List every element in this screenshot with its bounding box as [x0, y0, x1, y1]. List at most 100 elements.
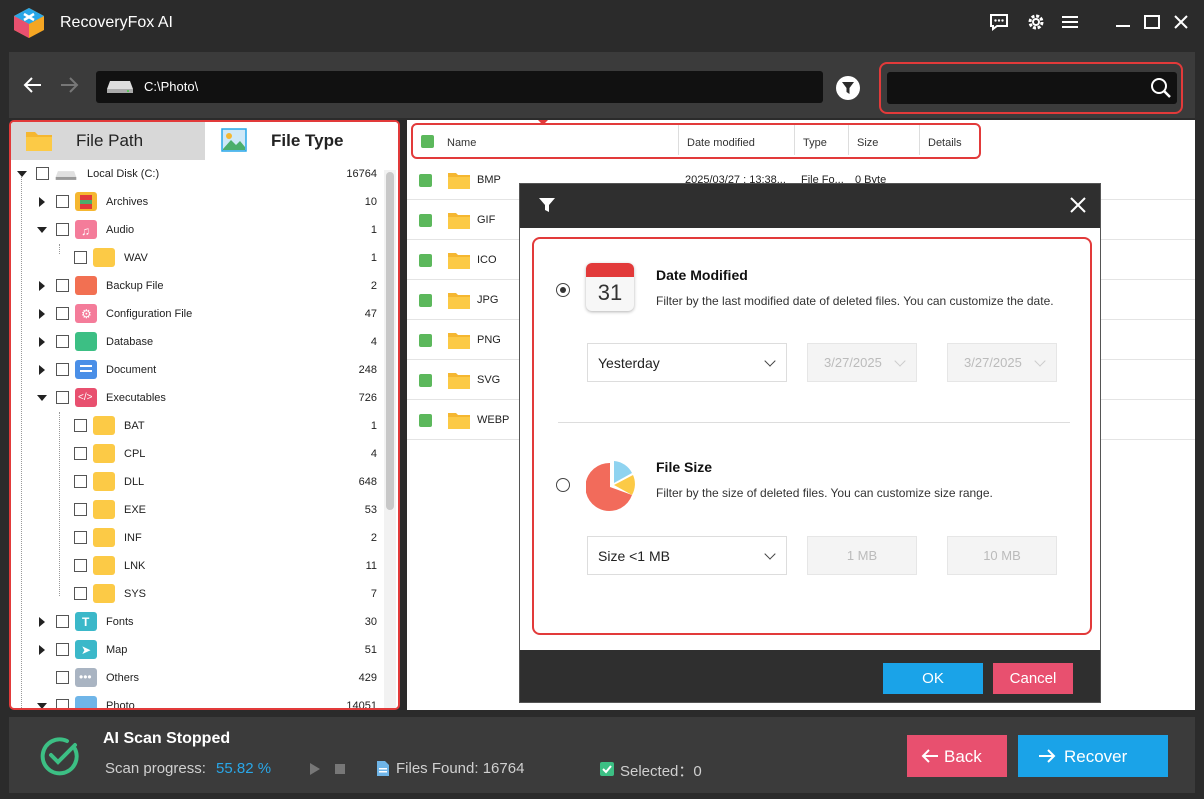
tree-label: WAV: [124, 252, 148, 264]
row-checkbox[interactable]: [419, 414, 432, 427]
column-date-modified[interactable]: Date modified: [687, 137, 755, 149]
close-icon[interactable]: [1170, 11, 1192, 33]
back-button[interactable]: Back: [907, 735, 1007, 777]
checkbox[interactable]: [74, 559, 87, 572]
checkbox[interactable]: [56, 671, 69, 684]
checkbox[interactable]: [56, 195, 69, 208]
search-input[interactable]: [887, 72, 1177, 104]
tree-row-map[interactable]: ➤ Map 51: [11, 636, 381, 664]
tab-file-path[interactable]: File Path: [11, 122, 205, 160]
select-all-checkbox[interactable]: [421, 135, 434, 148]
path-field[interactable]: C:\Photo\: [96, 71, 823, 103]
stop-icon[interactable]: [334, 763, 346, 775]
collapse-arrow-icon[interactable]: [37, 395, 47, 401]
close-icon[interactable]: [1067, 194, 1089, 216]
tree-row-database[interactable]: Database 4: [11, 328, 381, 356]
row-checkbox[interactable]: [419, 254, 432, 267]
expand-arrow-icon[interactable]: [39, 197, 45, 207]
menu-icon[interactable]: [1059, 11, 1081, 33]
tree-row-inf[interactable]: INF 2: [11, 524, 381, 552]
checkbox[interactable]: [74, 447, 87, 460]
checkbox[interactable]: [56, 643, 69, 656]
ok-button[interactable]: OK: [883, 663, 983, 694]
row-checkbox[interactable]: [419, 214, 432, 227]
tree-row-bat[interactable]: BAT 1: [11, 412, 381, 440]
column-type[interactable]: Type: [803, 137, 827, 149]
tree-count: 4: [370, 336, 377, 348]
tree-row-configuration-file[interactable]: ⚙ Configuration File 47: [11, 300, 381, 328]
tree-row-exe[interactable]: EXE 53: [11, 496, 381, 524]
tree-scrollbar[interactable]: [384, 170, 396, 708]
tree-row-dll[interactable]: DLL 648: [11, 468, 381, 496]
drive-icon: [107, 81, 133, 93]
tree-row-wav[interactable]: WAV 1: [11, 244, 381, 272]
checkbox[interactable]: [56, 279, 69, 292]
tab-file-type[interactable]: File Type: [205, 122, 398, 160]
tree-row-cpl[interactable]: CPL 4: [11, 440, 381, 468]
expand-arrow-icon[interactable]: [39, 281, 45, 291]
checkbox[interactable]: [74, 503, 87, 516]
column-details[interactable]: Details: [928, 137, 962, 149]
selected-count: Selected：0: [620, 763, 702, 780]
file-size-radio[interactable]: [556, 478, 570, 492]
forward-arrow-icon[interactable]: [58, 74, 80, 96]
checkbox[interactable]: [56, 307, 69, 320]
settings-icon[interactable]: [1025, 11, 1047, 33]
filter-button[interactable]: [836, 76, 860, 100]
tree-row-lnk[interactable]: LNK 11: [11, 552, 381, 580]
search-icon[interactable]: [1147, 74, 1175, 102]
folder-icon: [448, 213, 470, 229]
tree-row-others[interactable]: ••• Others 429: [11, 664, 381, 692]
play-icon[interactable]: [308, 762, 322, 776]
checkbox[interactable]: [56, 391, 69, 404]
checkbox[interactable]: [56, 615, 69, 628]
tree-row-local-disk[interactable]: Local Disk (C:) 16764: [11, 160, 381, 188]
row-checkbox[interactable]: [419, 374, 432, 387]
checkbox[interactable]: [56, 363, 69, 376]
checkbox[interactable]: [74, 475, 87, 488]
tree-count: 726: [358, 392, 377, 404]
column-size[interactable]: Size: [857, 137, 878, 149]
collapse-arrow-icon[interactable]: [17, 171, 27, 177]
tree-row-audio[interactable]: ♫ Audio 1: [11, 216, 381, 244]
tree-row-document[interactable]: Document 248: [11, 356, 381, 384]
checkbox[interactable]: [36, 167, 49, 180]
tree-row-fonts[interactable]: T Fonts 30: [11, 608, 381, 636]
tree-row-archives[interactable]: Archives 10: [11, 188, 381, 216]
row-checkbox[interactable]: [419, 174, 432, 187]
tree-row-backup-file[interactable]: Backup File 2: [11, 272, 381, 300]
date-preset-select[interactable]: Yesterday: [587, 343, 787, 382]
checkbox[interactable]: [74, 251, 87, 264]
collapse-arrow-icon[interactable]: [37, 703, 47, 708]
size-preset-select[interactable]: Size <1 MB: [587, 536, 787, 575]
expand-arrow-icon[interactable]: [39, 365, 45, 375]
checkbox[interactable]: [74, 531, 87, 544]
app-title: RecoveryFox AI: [60, 14, 173, 31]
row-checkbox[interactable]: [419, 334, 432, 347]
scrollbar-thumb[interactable]: [386, 172, 394, 510]
cancel-button[interactable]: Cancel: [993, 663, 1073, 694]
app-logo-icon: [14, 8, 44, 38]
minimize-icon[interactable]: [1112, 11, 1134, 33]
tree-row-executables[interactable]: </> Executables 726: [11, 384, 381, 412]
maximize-icon[interactable]: [1141, 11, 1163, 33]
checkbox[interactable]: [56, 699, 69, 708]
checkbox[interactable]: [74, 419, 87, 432]
checkbox[interactable]: [56, 335, 69, 348]
feedback-icon[interactable]: [988, 11, 1010, 33]
back-arrow-icon[interactable]: [22, 74, 44, 96]
expand-arrow-icon[interactable]: [39, 617, 45, 627]
expand-arrow-icon[interactable]: [39, 645, 45, 655]
chevron-down-icon: [764, 355, 776, 367]
expand-arrow-icon[interactable]: [39, 337, 45, 347]
row-checkbox[interactable]: [419, 294, 432, 307]
date-modified-radio[interactable]: [556, 283, 570, 297]
collapse-arrow-icon[interactable]: [37, 227, 47, 233]
recover-button[interactable]: Recover: [1018, 735, 1168, 777]
expand-arrow-icon[interactable]: [39, 309, 45, 319]
checkbox[interactable]: [56, 223, 69, 236]
tree-row-sys[interactable]: SYS 7: [11, 580, 381, 608]
tree-row-photo[interactable]: Photo 14051: [11, 692, 381, 708]
column-name[interactable]: Name: [447, 137, 476, 149]
checkbox[interactable]: [74, 587, 87, 600]
